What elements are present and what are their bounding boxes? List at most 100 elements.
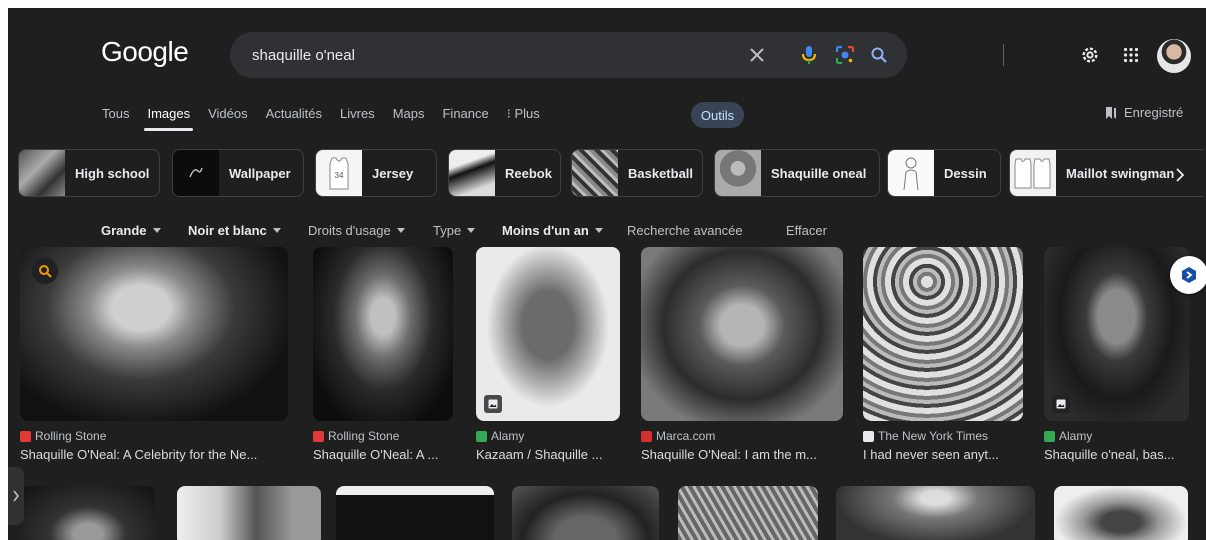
filter-label: Type	[433, 223, 462, 238]
chip-label: High school	[75, 165, 150, 181]
tab-videos[interactable]: Vidéos	[208, 106, 248, 128]
lens-search-icon[interactable]	[32, 258, 58, 284]
search-input[interactable]	[252, 43, 732, 67]
chip-label: Jersey	[372, 165, 414, 181]
floating-assistant-button[interactable]	[1170, 256, 1206, 294]
apps-grid-icon[interactable]	[1117, 41, 1145, 69]
account-avatar[interactable]	[1157, 39, 1191, 73]
mic-icon[interactable]	[795, 41, 823, 69]
chip-thumbnail	[173, 150, 219, 196]
filter-usage-rights[interactable]: Droits d'usage	[308, 223, 405, 238]
search-icon[interactable]	[865, 41, 893, 69]
filter-label: Recherche avancée	[627, 223, 743, 238]
chip-label: Reebok	[505, 165, 552, 181]
tab-images[interactable]: Images	[144, 106, 193, 131]
side-panel-toggle[interactable]	[8, 467, 24, 525]
chip-jersey[interactable]: 34 Jersey	[315, 149, 437, 197]
tab-news[interactable]: Actualités	[266, 106, 322, 128]
caret-down-icon	[152, 228, 161, 233]
filter-color[interactable]: Noir et blanc	[188, 223, 281, 238]
chip-drawing[interactable]: Dessin	[887, 149, 1001, 197]
result-image[interactable]	[641, 247, 843, 421]
chip-shaquille-oneal[interactable]: Shaquille oneal	[714, 149, 880, 197]
lens-icon[interactable]	[831, 41, 859, 69]
chip-wallpaper[interactable]: Wallpaper	[172, 149, 304, 197]
result-title[interactable]: Shaquille o'neal, bas...	[1044, 447, 1189, 462]
clear-filters-link[interactable]: Effacer	[786, 223, 827, 238]
filter-time[interactable]: Moins d'un an	[502, 223, 603, 238]
image-result[interactable]	[336, 486, 494, 540]
result-source[interactable]: Alamy	[1044, 429, 1092, 443]
search-box[interactable]	[230, 32, 1004, 78]
marca-favicon-icon	[641, 430, 652, 442]
result-source-name: Rolling Stone	[328, 429, 400, 443]
result-source-name: Alamy	[491, 429, 525, 443]
advanced-search-link[interactable]: Recherche avancée	[627, 223, 743, 238]
google-logo[interactable]: Google	[101, 36, 189, 68]
chip-high-school[interactable]: High school	[18, 149, 160, 197]
result-source[interactable]: Rolling Stone	[313, 429, 399, 443]
tab-all[interactable]: Tous	[102, 106, 129, 128]
result-source[interactable]: Rolling Stone	[20, 429, 106, 443]
result-title[interactable]: Shaquille O'Neal: I am the m...	[641, 447, 843, 462]
image-type-icon	[1052, 395, 1070, 413]
nyt-favicon-icon	[863, 430, 874, 442]
search-divider	[1003, 44, 1004, 66]
filter-type[interactable]: Type	[433, 223, 476, 238]
filter-label: Grande	[101, 223, 147, 238]
saved-label: Enregistré	[1124, 105, 1184, 120]
alamy-favicon-icon	[476, 430, 487, 442]
settings-gear-icon[interactable]	[1076, 41, 1104, 69]
filter-size[interactable]: Grande	[101, 223, 161, 238]
bookmark-icon	[1106, 106, 1116, 119]
page-shell: Google Tous Images Vidéos Actualités	[8, 8, 1206, 540]
image-result[interactable]	[836, 486, 1035, 540]
result-image[interactable]	[20, 247, 288, 421]
caret-down-icon	[396, 228, 405, 233]
tab-finance[interactable]: Finance	[442, 106, 488, 128]
chevron-right-icon	[13, 490, 20, 502]
result-source-name: Alamy	[1059, 429, 1093, 443]
result-source[interactable]: Alamy	[476, 429, 524, 443]
tab-maps[interactable]: Maps	[393, 106, 425, 128]
chip-thumbnail	[449, 150, 495, 196]
chip-thumbnail	[19, 150, 65, 196]
chip-label: Shaquille oneal	[771, 165, 867, 181]
result-title[interactable]: Shaquille O'Neal: A ...	[313, 447, 453, 462]
result-source[interactable]: Marca.com	[641, 429, 715, 443]
image-result[interactable]	[1054, 486, 1188, 540]
result-image[interactable]	[863, 247, 1023, 421]
image-result[interactable]	[21, 486, 155, 540]
result-source-name: Marca.com	[656, 429, 716, 443]
image-result[interactable]	[512, 486, 659, 540]
result-source[interactable]: The New York Times	[863, 429, 988, 443]
result-image[interactable]	[1044, 247, 1189, 421]
result-title[interactable]: I had never seen anyt...	[863, 447, 1013, 462]
image-result[interactable]	[678, 486, 818, 540]
saved-link[interactable]: Enregistré	[1104, 105, 1183, 120]
chip-reebok[interactable]: Reebok	[448, 149, 561, 197]
clear-icon[interactable]	[743, 41, 771, 69]
result-image[interactable]	[313, 247, 453, 421]
result-image[interactable]	[476, 247, 620, 421]
caret-down-icon	[467, 228, 476, 233]
caret-down-icon	[272, 228, 281, 233]
chips-next-chevron-icon[interactable]	[1166, 161, 1194, 189]
tools-button[interactable]: Outils	[691, 102, 744, 128]
chip-thumbnail	[572, 150, 618, 196]
result-source-name: The New York Times	[878, 429, 989, 443]
chip-thumbnail	[715, 150, 761, 196]
chip-thumbnail	[1010, 150, 1056, 196]
rolling-stone-favicon-icon	[313, 430, 324, 442]
tab-more[interactable]: ⁝ Plus	[507, 106, 540, 128]
result-title[interactable]: Shaquille O'Neal: A Celebrity for the Ne…	[20, 447, 288, 462]
filter-label: Noir et blanc	[188, 223, 267, 238]
tab-books[interactable]: Livres	[340, 106, 375, 128]
chip-basketball[interactable]: Basketball	[571, 149, 703, 197]
filter-label: Effacer	[786, 223, 827, 238]
search-tabs: Tous Images Vidéos Actualités Livres Map…	[102, 106, 558, 131]
result-title[interactable]: Kazaam / Shaquille ...	[476, 447, 620, 462]
filter-label: Droits d'usage	[308, 223, 391, 238]
caret-down-icon	[594, 228, 603, 233]
image-result[interactable]	[177, 486, 321, 540]
